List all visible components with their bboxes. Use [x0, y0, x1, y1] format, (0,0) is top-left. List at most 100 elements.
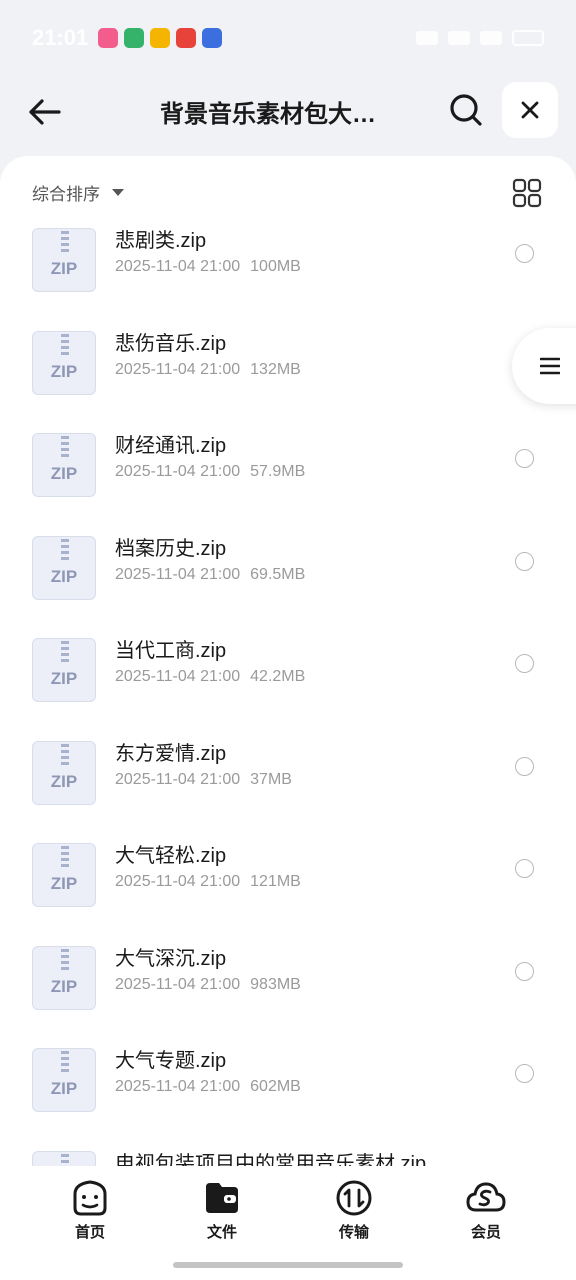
- file-size: 57.9MB: [250, 463, 306, 480]
- nav-transfer-label: 传输: [338, 1224, 369, 1241]
- file-date: 2025-11-04 21:00: [115, 258, 241, 275]
- select-radio[interactable]: [515, 859, 534, 878]
- file-name: 当代工商.zip: [115, 640, 227, 662]
- zip-file-icon: ZIP: [32, 1048, 96, 1112]
- sort-dropdown[interactable]: 综合排序: [32, 180, 124, 205]
- select-radio[interactable]: [515, 449, 534, 468]
- zip-file-icon: ZIP: [32, 228, 96, 292]
- file-name: 悲伤音乐.zip: [115, 332, 227, 355]
- grid-view-button[interactable]: [512, 178, 544, 210]
- zip-file-icon: ZIP: [32, 1150, 96, 1166]
- file-row[interactable]: ZIP 悲伤音乐.zip 2025-11-04 21:00 132MB: [0, 323, 576, 426]
- red-app-icon: [176, 28, 197, 48]
- file-meta: 2025-11-04 21:00 132MB: [115, 361, 301, 379]
- nav-vip[interactable]: 会员: [446, 1178, 526, 1242]
- zip-file-icon: ZIP: [32, 843, 96, 907]
- file-row[interactable]: ZIP 大气专题.zip 2025-11-04 21:00 602MB: [0, 1040, 576, 1143]
- file-row[interactable]: ZIP 财经通讯.zip 2025-11-04 21:00 57.9MB: [0, 425, 576, 528]
- file-date: 2025-11-04 21:00: [115, 565, 241, 583]
- file-date: 2025-11-04 21:00: [115, 668, 241, 685]
- green-app-icon: [124, 28, 145, 48]
- zip-icon-label: ZIP: [50, 874, 78, 893]
- search-button[interactable]: [444, 88, 488, 132]
- back-button[interactable]: [22, 90, 66, 134]
- arrow-left-icon: [29, 99, 61, 125]
- file-name: 悲剧类.zip: [115, 230, 207, 252]
- file-row[interactable]: ZIP 东方爱情.zip 2025-11-04 21:00 37MB: [0, 733, 576, 836]
- zip-file-icon: ZIP: [32, 535, 96, 600]
- nav-files-label: 文件: [206, 1224, 237, 1241]
- close-icon: [521, 101, 539, 119]
- file-size: 602MB: [250, 1078, 301, 1095]
- home-indicator[interactable]: [173, 1262, 403, 1268]
- file-meta: 2025-11-04 21:00 602MB: [115, 1078, 301, 1096]
- select-radio[interactable]: [515, 654, 534, 673]
- file-row[interactable]: ZIP 悲剧类.zip 2025-11-04 21:00 100MB: [0, 220, 576, 323]
- file-list: ZIP 悲剧类.zip 2025-11-04 21:00 100MB ZIP 悲伤音乐.z…: [0, 220, 576, 1166]
- file-row[interactable]: ZIP 当代工商.zip 2025-11-04 21:00 42.2MB: [0, 630, 576, 733]
- file-name: 东方爱情.zip: [115, 742, 227, 765]
- status-time: 21:01: [32, 25, 89, 50]
- file-size: 37MB: [250, 770, 292, 788]
- nav-vip-label: 会员: [470, 1224, 501, 1241]
- select-radio[interactable]: [515, 1064, 534, 1083]
- status-bar: 21:01: [0, 0, 576, 76]
- sort-label: 综合排序: [32, 185, 100, 204]
- signal-icon: [480, 31, 502, 45]
- folder-icon: [206, 1183, 238, 1213]
- zipper-icon: [61, 641, 69, 663]
- nav-transfer[interactable]: 传输: [314, 1178, 394, 1242]
- close-button[interactable]: [502, 82, 558, 138]
- page-title: 背景音乐素材包大…: [160, 101, 376, 128]
- transfer-icon: [336, 1180, 372, 1216]
- caret-down-icon: [112, 189, 124, 196]
- select-radio[interactable]: [515, 551, 534, 571]
- nav-files[interactable]: 文件: [182, 1178, 262, 1242]
- zip-file-icon: ZIP: [32, 638, 96, 702]
- file-size: 69.5MB: [250, 565, 306, 583]
- file-meta: 2025-11-04 21:00 69.5MB: [115, 566, 305, 584]
- nav-home[interactable]: 首页: [50, 1178, 130, 1242]
- select-radio[interactable]: [515, 244, 534, 263]
- file-name: 大气轻松.zip: [115, 845, 227, 867]
- file-size: 121MB: [250, 873, 301, 890]
- battery-icon: [512, 30, 544, 46]
- file-size: 42.2MB: [250, 668, 306, 685]
- file-name: 电视包装项目中的常用音乐素材.zip: [115, 1152, 427, 1167]
- file-date: 2025-11-04 21:00: [115, 463, 241, 480]
- file-row[interactable]: ZIP 档案历史.zip 2025-11-04 21:00 69.5MB: [0, 528, 576, 631]
- zip-icon-label: ZIP: [50, 1079, 78, 1098]
- status-app-icons: [98, 28, 223, 48]
- file-panel: 综合排序 ZIP 悲剧类.zip 2025-11-04 21:00 100MB ZIP 悲…: [0, 156, 576, 1280]
- zip-file-icon: ZIP: [32, 433, 96, 497]
- zip-icon-label: ZIP: [50, 566, 78, 586]
- zipper-icon: [61, 538, 69, 561]
- select-radio[interactable]: [515, 756, 534, 776]
- zip-file-icon: ZIP: [32, 945, 96, 1010]
- file-meta: 2025-11-04 21:00 100MB: [115, 258, 301, 276]
- file-row[interactable]: ZIP 电视包装项目中的常用音乐素材.zip: [0, 1143, 576, 1167]
- file-date: 2025-11-04 21:00: [115, 1078, 241, 1095]
- vip-cloud-icon: [466, 1182, 506, 1212]
- file-row[interactable]: ZIP 大气轻松.zip 2025-11-04 21:00 121MB: [0, 835, 576, 938]
- zipper-icon: [61, 743, 69, 766]
- zip-icon-label: ZIP: [50, 361, 78, 381]
- status-indicators: [416, 30, 544, 46]
- file-size: 983MB: [250, 975, 301, 993]
- header: 背景音乐素材包大…: [0, 76, 576, 156]
- baidu-app-icon: [202, 28, 223, 48]
- file-name: 档案历史.zip: [115, 537, 227, 560]
- grid-view-icon: [512, 178, 542, 208]
- file-size: 132MB: [250, 360, 301, 378]
- file-size: 100MB: [250, 258, 301, 275]
- wifi-icon: [416, 31, 438, 45]
- file-name: 大气深沉.zip: [115, 947, 227, 970]
- file-date: 2025-11-04 21:00: [115, 360, 241, 378]
- file-date: 2025-11-04 21:00: [115, 770, 241, 788]
- bilibili-app-icon: [98, 28, 119, 48]
- zip-icon-label: ZIP: [50, 669, 78, 688]
- file-row[interactable]: ZIP 大气深沉.zip 2025-11-04 21:00 983MB: [0, 938, 576, 1041]
- zipper-icon: [61, 948, 69, 971]
- mail-app-icon: [150, 28, 171, 48]
- select-radio[interactable]: [515, 961, 534, 981]
